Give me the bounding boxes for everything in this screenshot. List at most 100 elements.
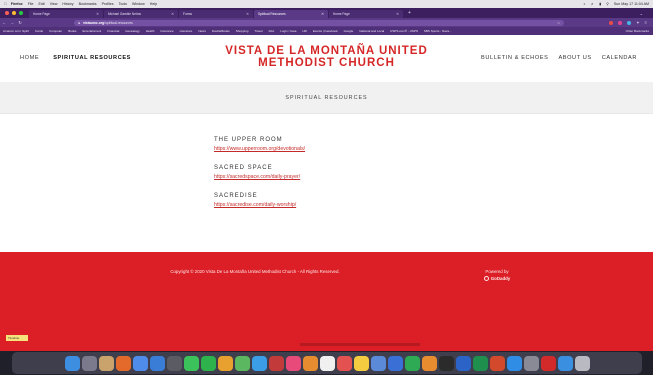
extensions-puzzle-icon[interactable]: ✦: [636, 20, 639, 25]
powerpoint-icon[interactable]: [489, 355, 505, 371]
nav-home[interactable]: HOME: [20, 55, 39, 61]
bookmark-item[interactable]: News: [198, 29, 206, 33]
resource-link[interactable]: https://sacredise.com/daily-worship/: [214, 202, 454, 208]
timeline-badge[interactable]: Timeline: [6, 335, 28, 341]
launchpad-icon[interactable]: [81, 355, 97, 371]
tab-home-page[interactable]: Home Page ✕: [29, 10, 103, 18]
bookmark-item[interactable]: Events | Facebook: [313, 29, 338, 33]
calendar-icon[interactable]: [319, 355, 335, 371]
back-icon[interactable]: ←: [0, 20, 8, 25]
battery-icon[interactable]: ▮: [599, 2, 601, 6]
nav-about-us[interactable]: ABOUT US: [558, 55, 591, 61]
close-icon[interactable]: ✕: [96, 12, 99, 16]
nav-bulletin-echoes[interactable]: BULLETIN & ECHOES: [481, 55, 548, 61]
menu-bookmarks[interactable]: Bookmarks: [79, 2, 97, 6]
search-icon[interactable]: ⚲: [606, 2, 609, 6]
close-icon[interactable]: ✕: [321, 12, 324, 16]
notes-icon[interactable]: [353, 355, 369, 371]
wifi-icon[interactable]: ◐: [584, 2, 586, 6]
godaddy-link[interactable]: GoDaddy: [472, 275, 522, 282]
new-tab-icon[interactable]: +: [408, 10, 411, 16]
appstore-icon[interactable]: [506, 355, 522, 371]
acrobat-icon[interactable]: [540, 355, 556, 371]
finder-icon[interactable]: [64, 355, 80, 371]
bookmark-item[interactable]: Health: [146, 29, 155, 33]
menu-window[interactable]: Window: [132, 2, 145, 6]
maps-icon[interactable]: [234, 355, 250, 371]
tab-michael-gamble-nelms[interactable]: Michael Gamble Nelms ✕: [104, 10, 178, 18]
close-window-icon[interactable]: [5, 11, 9, 15]
bookmark-item[interactable]: Literature: [180, 29, 193, 33]
pages-icon[interactable]: [421, 355, 437, 371]
site-title[interactable]: VISTA DE LA MONTAÑA UNITED METHODIST CHU…: [200, 45, 453, 69]
other-bookmarks[interactable]: Other Bookmarks: [626, 29, 649, 33]
mail-icon[interactable]: [149, 355, 165, 371]
photobooth-icon[interactable]: [268, 355, 284, 371]
menu-help[interactable]: Help: [150, 2, 157, 6]
extension-icon[interactable]: [627, 20, 632, 25]
close-icon[interactable]: ✕: [246, 12, 249, 16]
forward-icon[interactable]: →: [8, 20, 16, 25]
contacts-icon[interactable]: [98, 355, 114, 371]
close-icon[interactable]: ✕: [171, 12, 174, 16]
preview-icon[interactable]: [370, 355, 386, 371]
bookmark-star-icon[interactable]: ☆: [557, 21, 560, 25]
bookmark-item[interactable]: HR: [302, 29, 306, 33]
extension-icon[interactable]: [618, 20, 623, 25]
bookmark-item[interactable]: Travel: [254, 29, 262, 33]
menu-edit[interactable]: Edit: [38, 2, 44, 6]
nav-spiritual-resources[interactable]: SPIRITUAL RESOURCES: [53, 55, 131, 61]
zoom-window-icon[interactable]: [19, 11, 23, 15]
menu-profiles[interactable]: Profiles: [102, 2, 114, 6]
photos-icon[interactable]: [217, 355, 233, 371]
menu-tools[interactable]: Tools: [119, 2, 127, 6]
reminders-icon[interactable]: [336, 355, 352, 371]
menu-file[interactable]: File: [28, 2, 34, 6]
chrome-icon[interactable]: [132, 355, 148, 371]
bookmark-item[interactable]: USPS.com® - USPS: [390, 29, 418, 33]
tab-forms[interactable]: Forms ✕: [179, 10, 253, 18]
bookmark-item[interactable]: Books: [68, 29, 76, 33]
books-icon[interactable]: [302, 355, 318, 371]
resource-link[interactable]: https://sacredspace.com/daily-prayer/: [214, 174, 454, 180]
nav-calendar[interactable]: CALENDAR: [602, 55, 637, 61]
menu-hamburger-icon[interactable]: ≡: [645, 20, 647, 25]
menu-history[interactable]: History: [62, 2, 73, 6]
firefox-icon[interactable]: [115, 355, 131, 371]
terminal-icon[interactable]: [438, 355, 454, 371]
bookmark-item[interactable]: Insurance: [160, 29, 173, 33]
volume-icon[interactable]: ♬: [591, 2, 595, 6]
reload-icon[interactable]: ↻: [16, 20, 24, 25]
bookmark-item[interactable]: SBS Sports - Nava...: [424, 29, 452, 33]
folder-icon[interactable]: [557, 355, 573, 371]
trash-icon[interactable]: [574, 355, 590, 371]
bookmark-item[interactable]: Computer: [49, 29, 62, 33]
chevron-down-icon[interactable]: ⌄: [640, 11, 643, 16]
facetime-icon[interactable]: [200, 355, 216, 371]
calculator-icon[interactable]: [166, 355, 182, 371]
bookmark-item[interactable]: Genealogy: [125, 29, 140, 33]
bookmark-item[interactable]: Financial: [107, 29, 119, 33]
minimize-window-icon[interactable]: [12, 11, 16, 15]
settings-icon[interactable]: [523, 355, 539, 371]
keynote-icon[interactable]: [387, 355, 403, 371]
bookmark-item[interactable]: Google: [344, 29, 354, 33]
url-bar[interactable]: ● vistaumc.org /spiritual-resources ☆: [74, 19, 564, 26]
messages-icon[interactable]: [183, 355, 199, 371]
itunes-icon[interactable]: [285, 355, 301, 371]
numbers-icon[interactable]: [404, 355, 420, 371]
bookmark-item[interactable]: FAA: [269, 29, 275, 33]
safari-icon[interactable]: [251, 355, 267, 371]
tab-home-page-2[interactable]: Home Page ✕: [329, 10, 403, 18]
menu-view[interactable]: View: [50, 2, 58, 6]
bookmark-item[interactable]: DoubleBooks: [212, 29, 230, 33]
bookmark-item[interactable]: Login / Iowa: [280, 29, 296, 33]
close-icon[interactable]: ✕: [396, 12, 399, 16]
excel-icon[interactable]: [472, 355, 488, 371]
extension-icon[interactable]: [609, 20, 614, 25]
bookmark-item[interactable]: Entertainment: [83, 29, 102, 33]
menubar-clock[interactable]: Sun May 17 11:04 AM: [614, 2, 649, 6]
menu-app-name[interactable]: Firefox: [11, 2, 23, 6]
bookmark-item[interactable]: Shopping: [236, 29, 249, 33]
bookmark-item[interactable]: Cards: [35, 29, 43, 33]
